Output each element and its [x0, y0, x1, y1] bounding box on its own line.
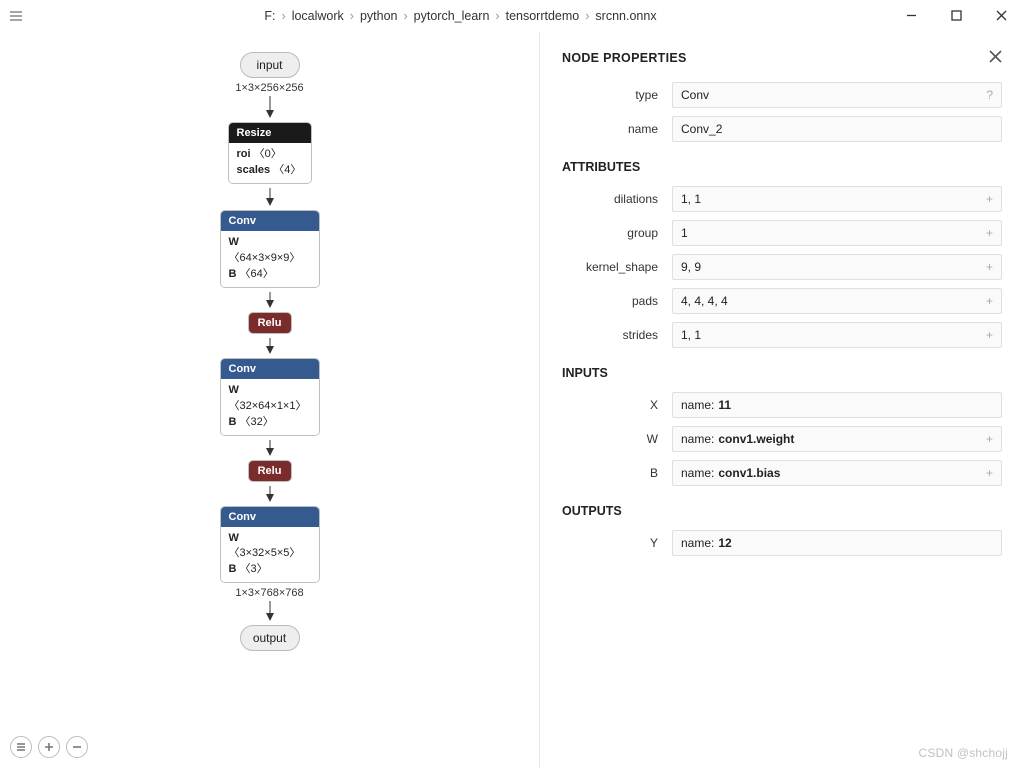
graph-node-relu[interactable]: Relu: [248, 460, 292, 482]
maximize-button[interactable]: [934, 0, 979, 32]
output-label: Y: [562, 536, 672, 550]
prop-value[interactable]: Conv_2: [672, 116, 1002, 142]
chevron-right-icon: ›: [350, 9, 354, 23]
graph-edge: [205, 188, 335, 206]
input-label: B: [562, 466, 672, 480]
attr-value[interactable]: 9, 9+: [672, 254, 1002, 280]
prop-label: type: [562, 88, 672, 102]
hamburger-icon[interactable]: [0, 8, 32, 24]
graph-edge: [205, 338, 335, 354]
panel-title: NODE PROPERTIES: [562, 51, 687, 65]
expand-icon[interactable]: +: [986, 226, 993, 240]
input-label: W: [562, 432, 672, 446]
section-outputs: OUTPUTS: [562, 504, 1002, 518]
prop-label: name: [562, 122, 672, 136]
section-attributes: ATTRIBUTES: [562, 160, 1002, 174]
node-title: Conv: [221, 507, 319, 527]
prop-row-name: name Conv_2: [562, 116, 1002, 142]
graph-node-relu[interactable]: Relu: [248, 312, 292, 334]
graph-node-resize[interactable]: Resize roi 〈0〉 scales 〈4〉: [228, 122, 312, 184]
input-value[interactable]: name: conv1.bias+: [672, 460, 1002, 486]
node-title: Resize: [229, 123, 311, 143]
input-label: X: [562, 398, 672, 412]
prop-row-type: type Conv ?: [562, 82, 1002, 108]
expand-icon[interactable]: +: [986, 432, 993, 446]
attr-value[interactable]: 1, 1+: [672, 322, 1002, 348]
input-value[interactable]: name: conv1.weight+: [672, 426, 1002, 452]
graph-edge: 1×3×768×768: [205, 587, 335, 621]
attr-label: strides: [562, 328, 672, 342]
expand-icon[interactable]: +: [986, 328, 993, 342]
attr-label: pads: [562, 294, 672, 308]
breadcrumb: F: › localwork › python › pytorch_learn …: [32, 9, 889, 23]
prop-value[interactable]: Conv ?: [672, 82, 1002, 108]
node-title: Conv: [221, 211, 319, 231]
canvas-controls: [10, 736, 88, 758]
watermark: CSDN @shchojj: [919, 746, 1008, 760]
graph-edge: [205, 486, 335, 502]
zoom-in-icon[interactable]: [38, 736, 60, 758]
output-value[interactable]: name: 12: [672, 530, 1002, 556]
node-title: Conv: [221, 359, 319, 379]
breadcrumb-item[interactable]: localwork: [292, 9, 344, 23]
node-title: Relu: [249, 461, 291, 481]
properties-panel: NODE PROPERTIES type Conv ? name Conv_2 …: [539, 32, 1024, 768]
graph-node-conv[interactable]: Conv W 〈32×64×1×1〉 B 〈32〉: [220, 358, 320, 436]
edge-label: 1×3×256×256: [235, 82, 303, 94]
close-button[interactable]: [979, 0, 1024, 32]
breadcrumb-item[interactable]: pytorch_learn: [414, 9, 490, 23]
attr-label: group: [562, 226, 672, 240]
graph-node-conv[interactable]: Conv W 〈64×3×9×9〉 B 〈64〉: [220, 210, 320, 288]
graph-output-node[interactable]: output: [240, 625, 300, 651]
section-inputs: INPUTS: [562, 366, 1002, 380]
chevron-right-icon: ›: [495, 9, 499, 23]
edge-label: 1×3×768×768: [235, 587, 303, 599]
expand-icon[interactable]: +: [986, 192, 993, 206]
graph-input-node[interactable]: input: [240, 52, 300, 78]
breadcrumb-item[interactable]: srcnn.onnx: [595, 9, 656, 23]
expand-icon[interactable]: +: [986, 294, 993, 308]
breadcrumb-item[interactable]: tensorrtdemo: [506, 9, 580, 23]
zoom-out-icon[interactable]: [66, 736, 88, 758]
graph-canvas[interactable]: input 1×3×256×256 Resize roi 〈0〉 scales …: [0, 32, 539, 768]
node-title: Relu: [249, 313, 291, 333]
chevron-right-icon: ›: [585, 9, 589, 23]
graph-node-conv[interactable]: Conv W 〈3×32×5×5〉 B 〈3〉: [220, 506, 320, 584]
attr-label: dilations: [562, 192, 672, 206]
attr-value[interactable]: 1, 1+: [672, 186, 1002, 212]
breadcrumb-item[interactable]: python: [360, 9, 398, 23]
graph-edge: [205, 440, 335, 456]
graph-edge: 1×3×256×256: [205, 82, 335, 118]
chevron-right-icon: ›: [282, 9, 286, 23]
attr-label: kernel_shape: [562, 260, 672, 274]
input-value[interactable]: name: 11: [672, 392, 1002, 418]
expand-icon[interactable]: +: [986, 466, 993, 480]
expand-icon[interactable]: +: [986, 260, 993, 274]
title-bar: F: › localwork › python › pytorch_learn …: [0, 0, 1024, 32]
attr-value[interactable]: 4, 4, 4, 4+: [672, 288, 1002, 314]
help-icon[interactable]: ?: [986, 88, 993, 102]
minimize-button[interactable]: [889, 0, 934, 32]
list-icon[interactable]: [10, 736, 32, 758]
chevron-right-icon: ›: [404, 9, 408, 23]
attr-value[interactable]: 1+: [672, 220, 1002, 246]
breadcrumb-root[interactable]: F:: [264, 9, 275, 23]
graph-edge: [205, 292, 335, 308]
close-icon[interactable]: [989, 50, 1002, 66]
window-controls: [889, 0, 1024, 32]
